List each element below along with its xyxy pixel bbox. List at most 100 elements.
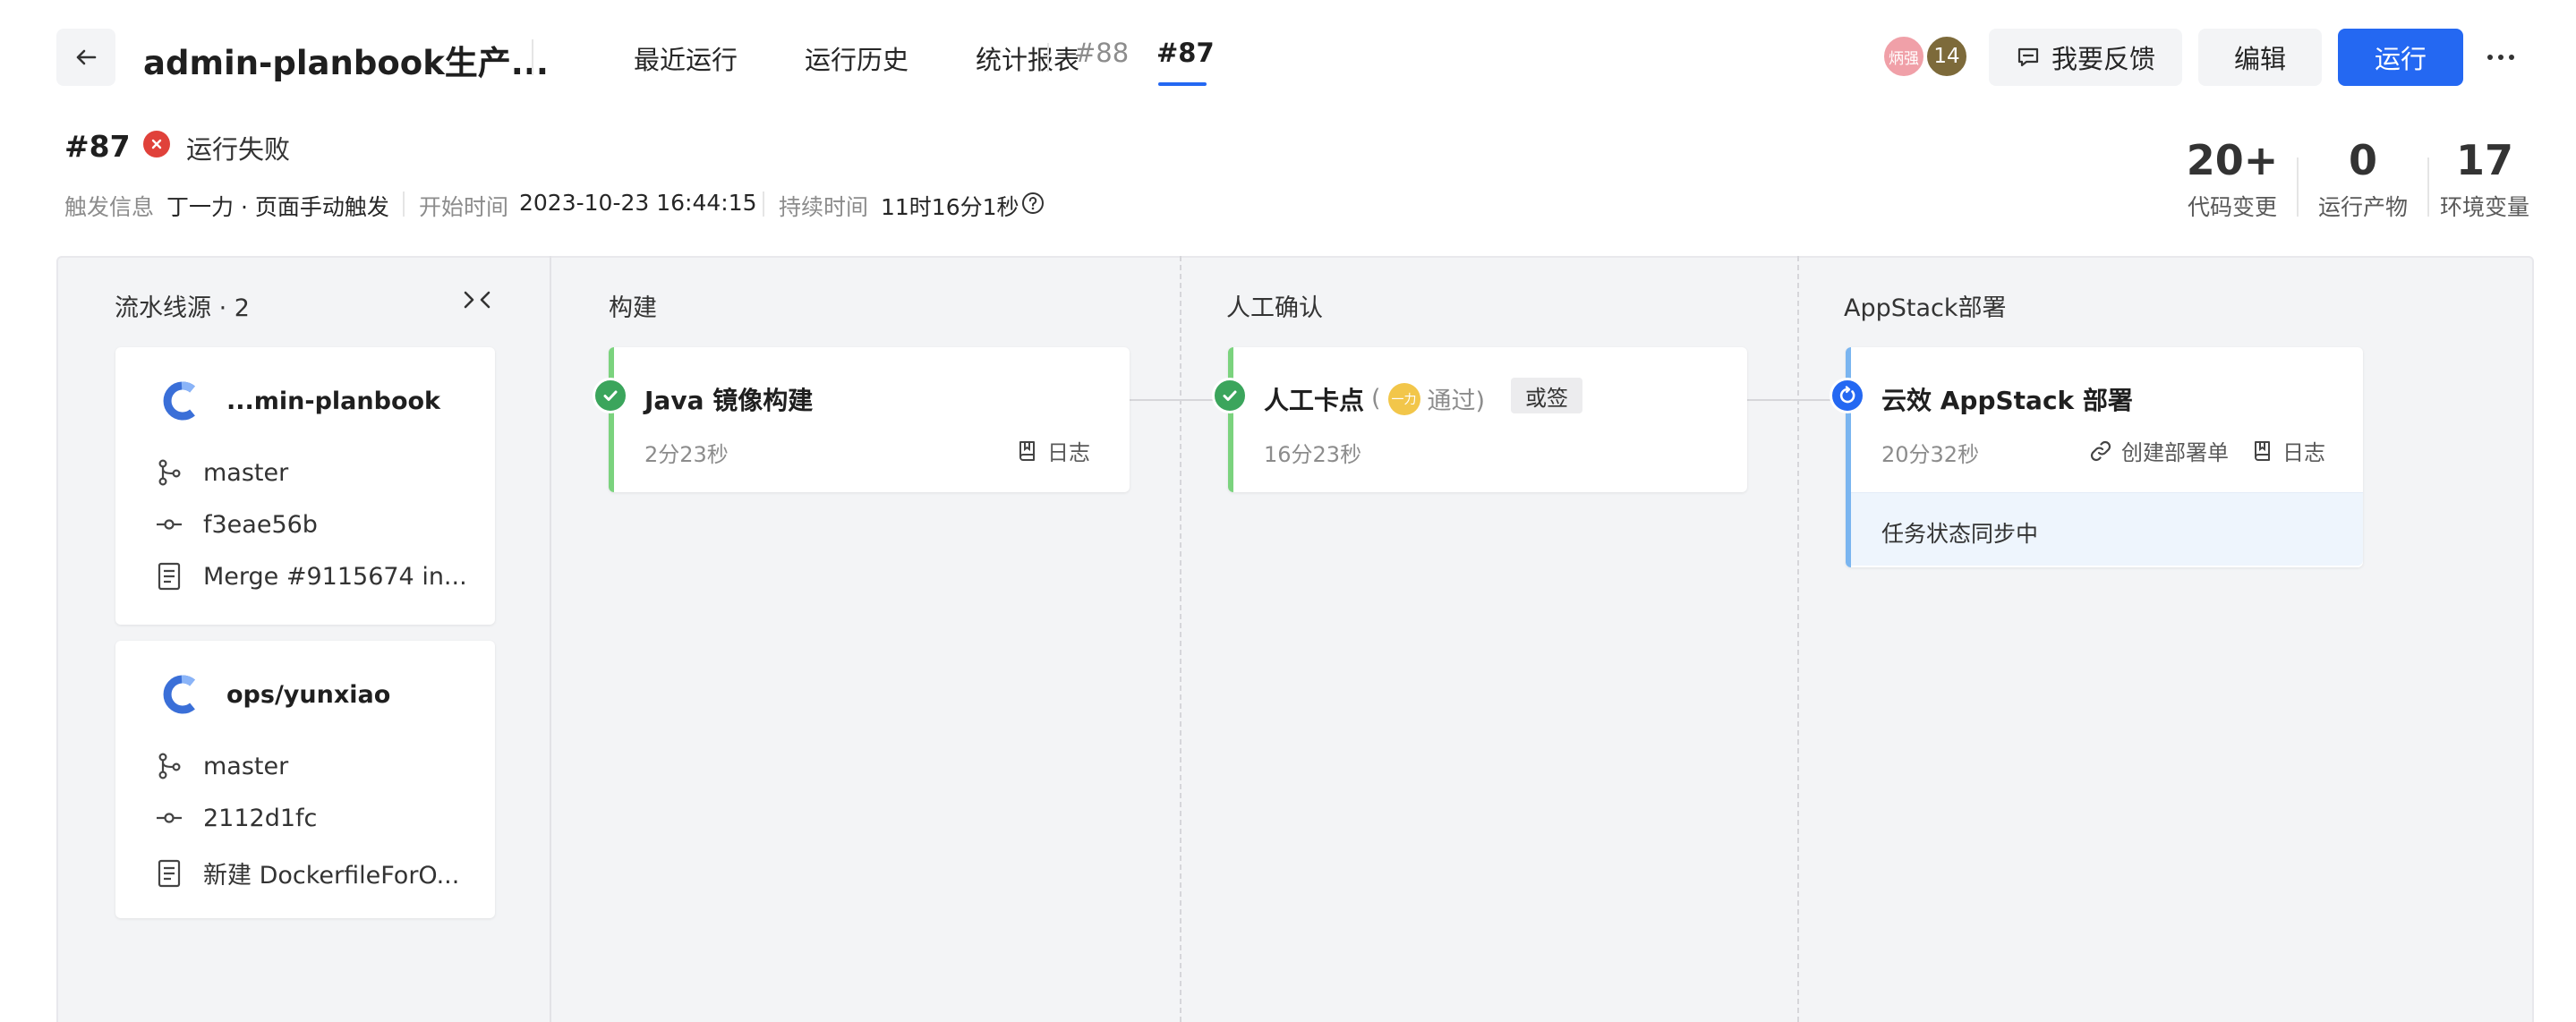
sync-status-area: 任务状态同步中 [1851,492,2363,566]
document-icon [158,859,181,887]
codeup-logo-icon [163,675,195,714]
source-commit[interactable]: 2112d1fc [155,804,317,832]
run-id: #87 [64,129,131,164]
log-label: 日志 [2282,440,2325,465]
commit-message: 新建 DockerfileForO... [203,862,460,890]
help-icon[interactable] [1020,191,1045,216]
divider [550,256,551,1022]
source-commit-message: 新建 DockerfileForO... [155,856,459,890]
source-repo-name: ops/yunxiao [226,680,391,709]
job-status-bar [609,347,614,492]
approval-state: 通过) [1427,388,1486,415]
stat-env-vars[interactable]: 17 环境变量 [2422,134,2547,222]
start-time-value: 2023-10-23 16:44:15 [519,190,757,216]
edit-button[interactable]: 编辑 [2198,29,2322,86]
log-link[interactable]: 日志 [1017,435,1090,466]
divider [2297,158,2299,217]
error-icon [143,131,170,158]
stat-artifacts[interactable]: 0 运行产物 [2300,134,2426,222]
duration-value: 11时16分1秒 [881,194,1019,220]
pipeline-title: admin-planbook生产... [143,44,549,82]
log-label: 日志 [1047,440,1090,465]
stage-title-manual-confirm: 人工确认 [1226,294,1323,322]
commit-sha: 2112d1fc [203,804,318,832]
trigger-value: 丁一力 · 页面手动触发 [166,194,389,220]
job-card-manual-gate[interactable]: 人工卡点 ( 一力 通过) 或签 16分23秒 [1212,347,1747,492]
branch-icon [158,459,181,486]
job-name: Java 镜像构建 [644,386,814,415]
stat-value: 0 [2348,136,2377,184]
divider [532,39,533,75]
stat-label: 代码变更 [2187,194,2277,220]
stage-divider [1797,256,1799,1022]
branch-icon [158,753,181,779]
source-branch: master [155,458,288,487]
job-card-appstack-deploy[interactable]: 云效 AppStack 部署 20分32秒 创建部署单 日志 任务状态同步中 [1830,347,2363,567]
start-time-label: 开始时间 [419,194,509,220]
commit-message: Merge #9115674 in... [203,562,467,591]
divider [1047,43,1049,72]
stat-value: 17 [2455,136,2513,184]
source-branch: master [155,752,288,780]
document-icon [158,562,181,591]
stat-value: 20+ [2186,136,2279,184]
arrow-left-icon [76,49,97,65]
create-deploy-order-link[interactable]: 创建部署单 [2089,435,2229,466]
codeup-logo-icon [163,381,195,421]
feedback-button[interactable]: 我要反馈 [1989,29,2182,86]
commit-sha: f3eae56b [203,510,318,539]
job-duration: 16分23秒 [1264,442,1362,467]
source-repo-name: ...min-planbook [226,387,440,415]
commit-icon [157,519,182,530]
collapse-icon[interactable] [462,286,492,313]
run-status: 运行失败 [186,134,291,165]
job-duration: 2分23秒 [644,442,729,467]
message-icon [2017,47,2039,67]
tab-run-88[interactable]: #88 [1074,38,1129,68]
job-name: 人工卡点 [1264,386,1365,415]
job-name: 云效 AppStack 部署 [1881,386,2133,415]
link-icon [2090,440,2111,461]
source-commit[interactable]: f3eae56b [155,510,318,539]
approval-mode-tag: 或签 [1511,378,1582,413]
stage-title-build: 构建 [609,294,657,322]
nav-recent-runs[interactable]: 最近运行 [634,39,738,77]
success-icon [1212,378,1248,413]
nav-statistics[interactable]: 统计报表 [976,39,1079,77]
stat-code-changes[interactable]: 20+ 代码变更 [2170,134,2295,222]
sources-title: 流水线源 · 2 [115,294,250,322]
nav-run-history[interactable]: 运行历史 [805,39,908,77]
create-deploy-order-label: 创建部署单 [2121,440,2229,465]
stat-label: 运行产物 [2317,194,2408,220]
run-button[interactable]: 运行 [2338,29,2463,86]
tab-run-87[interactable]: #87 [1156,38,1215,68]
back-button[interactable] [56,29,115,86]
stage-divider [1180,256,1181,1022]
success-icon [593,378,628,413]
avatar-count[interactable]: 14 [1924,34,1969,79]
branch-name: master [203,458,289,487]
divider [763,192,764,217]
job-duration: 20分32秒 [1881,442,1980,467]
approver-avatar: 一力 [1387,382,1420,415]
running-icon [1830,378,1865,413]
approval-status: ( 一力 通过) [1371,381,1485,416]
stage-title-appstack-deploy: AppStack部署 [1844,294,2007,322]
source-card[interactable]: ops/yunxiao master 2112d1fc 新建 Dockerfil… [115,641,495,918]
source-card[interactable]: ...min-planbook master f3eae56b Merge #9… [115,347,495,625]
commit-icon [157,813,182,823]
book-icon [1019,440,1035,461]
stat-label: 环境变量 [2439,194,2529,220]
source-commit-message: Merge #9115674 in... [155,562,467,591]
active-tab-indicator [1158,82,1207,86]
more-button[interactable] [2479,36,2522,79]
trigger-label: 触发信息 [64,194,155,220]
avatar[interactable]: 炳强 [1881,34,1926,79]
approval-open-paren: ( [1371,385,1381,413]
log-link[interactable]: 日志 [2252,435,2325,466]
branch-name: master [203,752,289,780]
job-card-java-build[interactable]: Java 镜像构建 2分23秒 日志 [593,347,1130,492]
job-status-bar [1228,347,1233,492]
sync-status-text: 任务状态同步中 [1881,521,2039,547]
more-icon [2487,55,2493,60]
